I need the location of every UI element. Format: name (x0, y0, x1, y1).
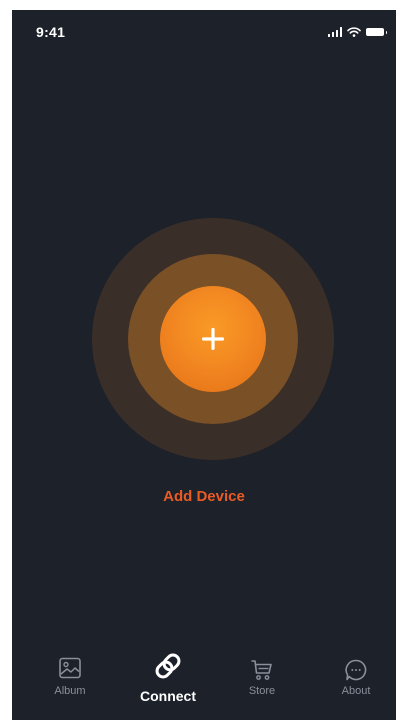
status-time: 9:41 (36, 24, 66, 40)
chat-bubble-icon (345, 659, 367, 681)
tab-connect[interactable]: Connect (120, 648, 216, 720)
app-screen: 9:41 Add Device Album Connect Store Abou… (12, 10, 396, 720)
signal-icon (327, 27, 342, 37)
tab-about-label: About (341, 685, 371, 697)
tab-about[interactable]: About (308, 648, 396, 720)
link-icon (155, 653, 181, 679)
tab-store[interactable]: Store (214, 648, 310, 720)
cart-icon (251, 660, 272, 680)
plus-icon (202, 328, 224, 350)
tab-album-label: Album (54, 685, 86, 697)
battery-icon (366, 28, 387, 36)
status-bar: 9:41 (12, 10, 396, 54)
image-icon (59, 657, 81, 679)
add-device-label[interactable]: Add Device (12, 488, 396, 505)
status-icons (327, 27, 387, 37)
tab-album[interactable]: Album (22, 648, 118, 720)
tab-bar: Album Connect Store About (12, 648, 396, 720)
add-device-button[interactable] (160, 286, 266, 392)
wifi-icon (347, 27, 361, 37)
tab-connect-label: Connect (140, 688, 196, 704)
tab-store-label: Store (248, 685, 276, 697)
